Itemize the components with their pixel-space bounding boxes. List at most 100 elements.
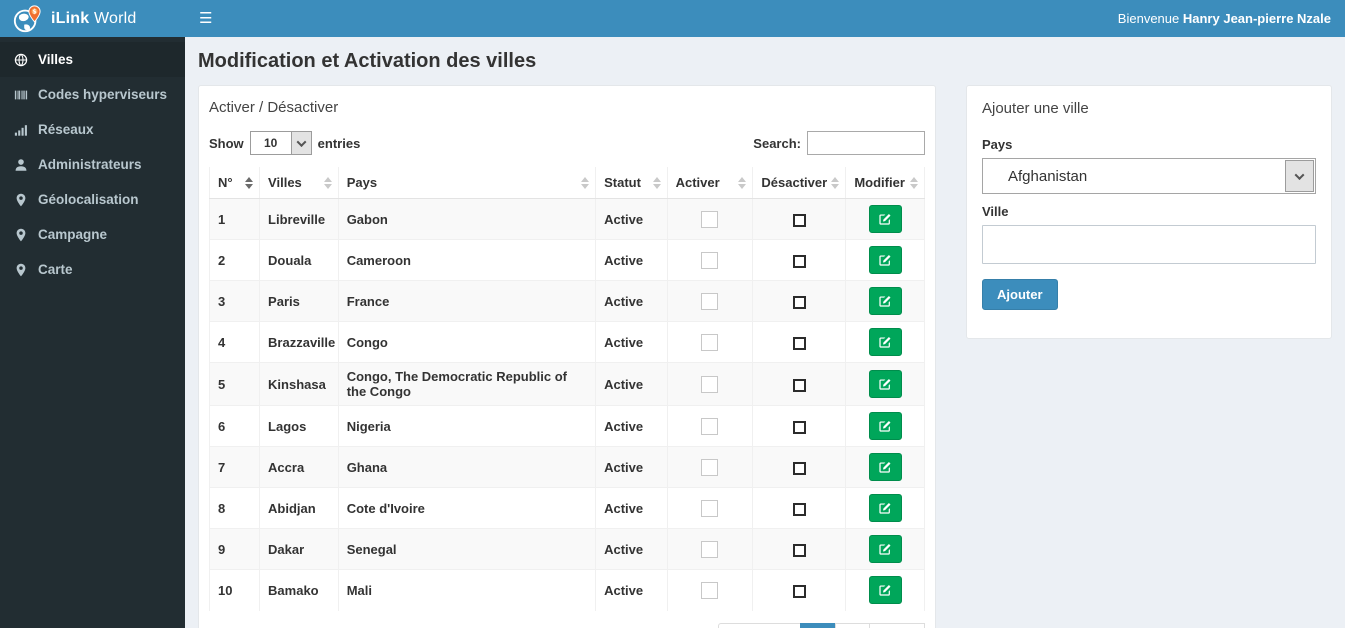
chevron-down-icon xyxy=(1285,160,1314,192)
ville-cell: Lagos xyxy=(259,405,339,447)
column-header-label: Activer xyxy=(675,175,720,190)
column-header[interactable]: Modifier xyxy=(845,167,925,199)
sidebar-item-icon xyxy=(14,88,28,102)
table-footer: Showing 1 to 10 of 17 entries Previous 1… xyxy=(209,622,925,628)
sidebar-nav: Villes Codes hyperviseurs Réseaux Admini… xyxy=(0,37,185,628)
edit-pencil-icon xyxy=(878,335,892,349)
sidebar-item-label: Carte xyxy=(38,262,73,277)
activer-checkbox[interactable] xyxy=(701,581,719,599)
sidebar-item[interactable]: Administrateurs xyxy=(0,147,185,182)
sidebar-item[interactable]: Codes hyperviseurs xyxy=(0,77,185,112)
desactiver-checkbox[interactable] xyxy=(792,213,806,227)
sort-icon xyxy=(738,176,747,189)
column-header[interactable]: Pays xyxy=(338,167,597,199)
table-row: 3 Paris France Active xyxy=(208,280,925,322)
activer-checkbox[interactable] xyxy=(701,251,719,269)
sidebar-item-label: Géolocalisation xyxy=(38,192,139,207)
page-length-value: 10 xyxy=(263,136,278,150)
row-number-cell: 7 xyxy=(208,446,261,488)
edit-button[interactable] xyxy=(868,287,902,315)
desactiver-checkbox[interactable] xyxy=(792,254,806,268)
ville-cell: Bamako xyxy=(259,569,339,611)
edit-button[interactable] xyxy=(868,246,902,274)
desactiver-checkbox[interactable] xyxy=(792,502,806,516)
pays-select[interactable]: Afghanistan xyxy=(982,158,1316,194)
page-title: Modification et Activation des villes xyxy=(198,50,537,72)
column-header-label: Modifier xyxy=(854,175,905,190)
activer-checkbox[interactable] xyxy=(701,458,719,476)
edit-button[interactable] xyxy=(868,453,902,481)
desactiver-checkbox[interactable] xyxy=(792,336,806,350)
sidebar-item[interactable]: Réseaux xyxy=(0,112,185,147)
ville-cell: Dakar xyxy=(259,528,339,570)
column-header-label: N° xyxy=(218,175,233,190)
column-header-label: Statut xyxy=(604,175,641,190)
ajouter-button[interactable]: Ajouter xyxy=(982,279,1058,310)
edit-button[interactable] xyxy=(868,370,902,398)
ville-cell: Brazzaville xyxy=(259,321,339,363)
statut-cell: Active xyxy=(595,239,668,281)
ville-input[interactable] xyxy=(982,225,1316,264)
sidebar-item-label: Villes xyxy=(38,52,74,67)
column-header[interactable]: Désactiver xyxy=(752,167,847,199)
activer-checkbox[interactable] xyxy=(701,210,719,228)
edit-pencil-icon xyxy=(878,501,892,515)
brand-name: iLink World xyxy=(51,9,137,27)
ville-cell: Douala xyxy=(259,239,339,281)
desactiver-checkbox[interactable] xyxy=(792,543,806,557)
activer-checkbox[interactable] xyxy=(701,499,719,517)
sidebar-item-label: Administrateurs xyxy=(38,157,142,172)
entries-label: entries xyxy=(317,135,361,151)
column-header[interactable]: Villes xyxy=(259,167,339,199)
ville-cell: Accra xyxy=(259,446,339,488)
navbar: ☰ Bienvenue Hanry Jean-pierre Nzale xyxy=(185,0,1345,37)
edit-button[interactable] xyxy=(868,412,902,440)
search-input[interactable] xyxy=(807,131,925,155)
column-header[interactable]: Activer xyxy=(667,167,754,199)
edit-button[interactable] xyxy=(868,494,902,522)
sidebar-item[interactable]: Carte xyxy=(0,252,185,287)
desactiver-checkbox[interactable] xyxy=(792,378,806,392)
activer-checkbox[interactable] xyxy=(701,292,719,310)
sidebar-item-icon xyxy=(14,263,28,277)
column-header[interactable]: Statut xyxy=(595,167,668,199)
sidebar-item[interactable]: Géolocalisation xyxy=(0,182,185,217)
column-header[interactable]: N° xyxy=(208,167,261,199)
add-ville-panel: Ajouter une ville Pays Afghanistan Ville… xyxy=(966,85,1332,339)
edit-button[interactable] xyxy=(868,576,902,605)
panel-title: Activer / Désactiver xyxy=(209,99,339,116)
desactiver-checkbox[interactable] xyxy=(792,584,806,598)
desactiver-checkbox[interactable] xyxy=(792,461,806,475)
sidebar-item[interactable]: Villes xyxy=(0,42,185,77)
activer-checkbox[interactable] xyxy=(701,417,719,435)
activer-checkbox[interactable] xyxy=(701,540,719,558)
desactiver-checkbox[interactable] xyxy=(792,295,806,309)
edit-pencil-icon xyxy=(878,212,892,226)
sidebar-item-icon xyxy=(14,123,28,137)
desactiver-checkbox[interactable] xyxy=(792,420,806,434)
statut-cell: Active xyxy=(595,487,668,529)
sidebar-item-label: Réseaux xyxy=(38,122,94,137)
pagination-button[interactable]: Next xyxy=(868,622,925,628)
pays-label: Pays xyxy=(982,137,1013,152)
edit-button[interactable] xyxy=(868,328,902,356)
edit-button[interactable] xyxy=(868,205,902,233)
globe-pin-logo-icon xyxy=(12,4,42,34)
activer-checkbox[interactable] xyxy=(701,375,719,393)
statut-cell: Active xyxy=(595,569,668,611)
edit-pencil-icon xyxy=(878,377,892,391)
hamburger-menu-icon[interactable]: ☰ xyxy=(185,0,226,37)
pagination-button[interactable]: 1 xyxy=(800,622,836,628)
row-number-cell: 6 xyxy=(208,405,261,447)
pagination-button[interactable]: 2 xyxy=(834,622,870,628)
sidebar-item[interactable]: Campagne xyxy=(0,217,185,252)
activer-checkbox[interactable] xyxy=(701,333,719,351)
top-bar: iLink World ☰ Bienvenue Hanry Jean-pierr… xyxy=(0,0,1345,37)
row-number-cell: 4 xyxy=(208,321,261,363)
edit-button[interactable] xyxy=(868,535,902,563)
pagination-button[interactable]: Previous xyxy=(718,622,802,628)
brand-logo[interactable]: iLink World xyxy=(0,0,185,37)
page-length-select[interactable]: 10 xyxy=(249,131,312,155)
table-row: 7 Accra Ghana Active xyxy=(208,446,925,488)
row-number-cell: 3 xyxy=(208,280,261,322)
